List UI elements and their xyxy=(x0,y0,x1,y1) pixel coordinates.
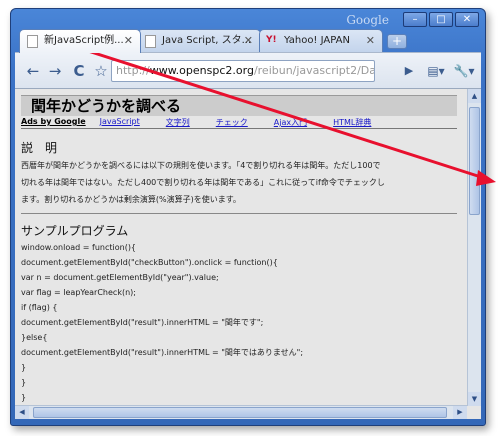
forward-arrow-icon[interactable]: → xyxy=(45,61,65,81)
nav-link-check[interactable]: チェック xyxy=(216,117,248,128)
vertical-scrollbar[interactable]: ▲ ▼ xyxy=(467,89,481,406)
wrench-menu-icon[interactable]: 🔧▾ xyxy=(451,61,477,81)
nav-bar: Ads by Google JavaScript 文字列 チェック Ajax入門… xyxy=(21,117,457,129)
back-arrow-icon[interactable]: ← xyxy=(23,61,43,81)
nav-link-html-dictionary[interactable]: HTML辞典 xyxy=(333,117,371,128)
scroll-left-arrow-icon[interactable]: ◀ xyxy=(15,406,29,419)
code-block: window.onload = function(){ document.get… xyxy=(21,240,457,405)
url-scheme: http:// xyxy=(116,64,150,77)
address-bar[interactable]: http://www.openspc2.org/reibun/javascrip… xyxy=(111,60,375,82)
page-content: 閏年かどうかを調べる Ads by Google JavaScript 文字列 … xyxy=(21,95,457,405)
nav-link-javascript[interactable]: JavaScript xyxy=(100,117,140,128)
url-host: www.openspc2.org xyxy=(149,64,254,77)
tab-title: 新JavaScript例... xyxy=(44,35,124,46)
page-icon xyxy=(145,35,156,48)
code-line: } xyxy=(21,363,27,372)
star-icon[interactable]: ☆ xyxy=(91,61,111,81)
code-line: document.getElementById("checkButton").o… xyxy=(21,258,278,267)
description-line: ます。割り切れるかどうかは剰余演算(%演算子)を使います。 xyxy=(21,195,241,204)
window-controls: – □ ✕ xyxy=(403,12,479,27)
nav-link-string[interactable]: 文字列 xyxy=(166,117,190,128)
page-menu-icon[interactable]: ▤▾ xyxy=(423,61,449,81)
horizontal-scrollbar[interactable]: ◀ ▶ xyxy=(15,405,467,419)
description-line: 西暦年が閏年かどうかを調べるには以下の規則を使います。「4で割り切れる年は閏年。… xyxy=(21,161,381,170)
tab-javascript-example[interactable]: 新JavaScript例... ✕ xyxy=(19,29,141,53)
tab-close-icon[interactable]: ✕ xyxy=(124,30,133,51)
description-heading: 説 明 xyxy=(21,141,58,155)
yahoo-icon: Y! xyxy=(266,35,277,45)
tab-yahoo-japan[interactable]: Y! Yahoo! JAPAN ✕ xyxy=(259,29,383,52)
tab-title: Java Script, スタ... xyxy=(162,35,252,46)
vertical-scroll-thumb[interactable] xyxy=(469,107,480,215)
code-line: } xyxy=(21,378,27,387)
code-line: if (flag) { xyxy=(21,303,58,312)
page-viewport: 閏年かどうかを調べる Ads by Google JavaScript 文字列 … xyxy=(15,88,481,419)
code-line: document.getElementById("result").innerH… xyxy=(21,318,264,327)
ads-by-google-link[interactable]: Ads by Google xyxy=(21,117,86,128)
browser-window: Google – □ ✕ 新JavaScript例... ✕ Java Scri… xyxy=(10,8,486,426)
horizontal-scroll-thumb[interactable] xyxy=(33,407,447,418)
reload-icon[interactable]: C xyxy=(69,61,89,81)
code-line: window.onload = function(){ xyxy=(21,243,137,252)
close-window-button[interactable]: ✕ xyxy=(455,12,479,27)
page-title: 閏年かどうかを調べる xyxy=(21,95,457,116)
tab-close-icon[interactable]: ✕ xyxy=(244,30,253,51)
url-path: /reibun/javascript2/Da xyxy=(253,64,375,77)
maximize-button[interactable]: □ xyxy=(429,12,453,27)
code-line: var n = document.getElementById("year").… xyxy=(21,273,219,282)
tab-close-icon[interactable]: ✕ xyxy=(366,30,375,51)
browser-toolbar: ← → C ☆ http://www.openspc2.org/reibun/j… xyxy=(15,52,481,88)
code-line: }else{ xyxy=(21,333,48,342)
page-icon xyxy=(27,35,38,48)
scroll-right-arrow-icon[interactable]: ▶ xyxy=(453,406,467,419)
section-divider xyxy=(21,213,457,214)
code-line: document.getElementById("result").innerH… xyxy=(21,348,304,357)
description-line: 切れる年は閏年ではない。ただし400で割り切れる年は閏年である」これに従ってif… xyxy=(21,178,385,187)
scroll-up-arrow-icon[interactable]: ▲ xyxy=(468,89,481,103)
sample-heading: サンプルプログラム xyxy=(21,224,129,238)
code-line: } xyxy=(21,393,27,402)
tab-title: Yahoo! JAPAN xyxy=(284,35,350,46)
tab-javascript-study[interactable]: Java Script, スタ... ✕ xyxy=(137,29,261,52)
google-brand-label: Google xyxy=(346,13,389,27)
go-icon[interactable]: ▶ xyxy=(399,61,419,81)
new-tab-button[interactable]: + xyxy=(387,34,407,49)
scroll-down-arrow-icon[interactable]: ▼ xyxy=(468,392,481,406)
nav-link-ajax[interactable]: Ajax入門 xyxy=(274,117,307,128)
tab-strip: 新JavaScript例... ✕ Java Script, スタ... ✕ Y… xyxy=(19,29,479,53)
code-line: var flag = leapYearCheck(n); xyxy=(21,288,136,297)
minimize-button[interactable]: – xyxy=(403,12,427,27)
